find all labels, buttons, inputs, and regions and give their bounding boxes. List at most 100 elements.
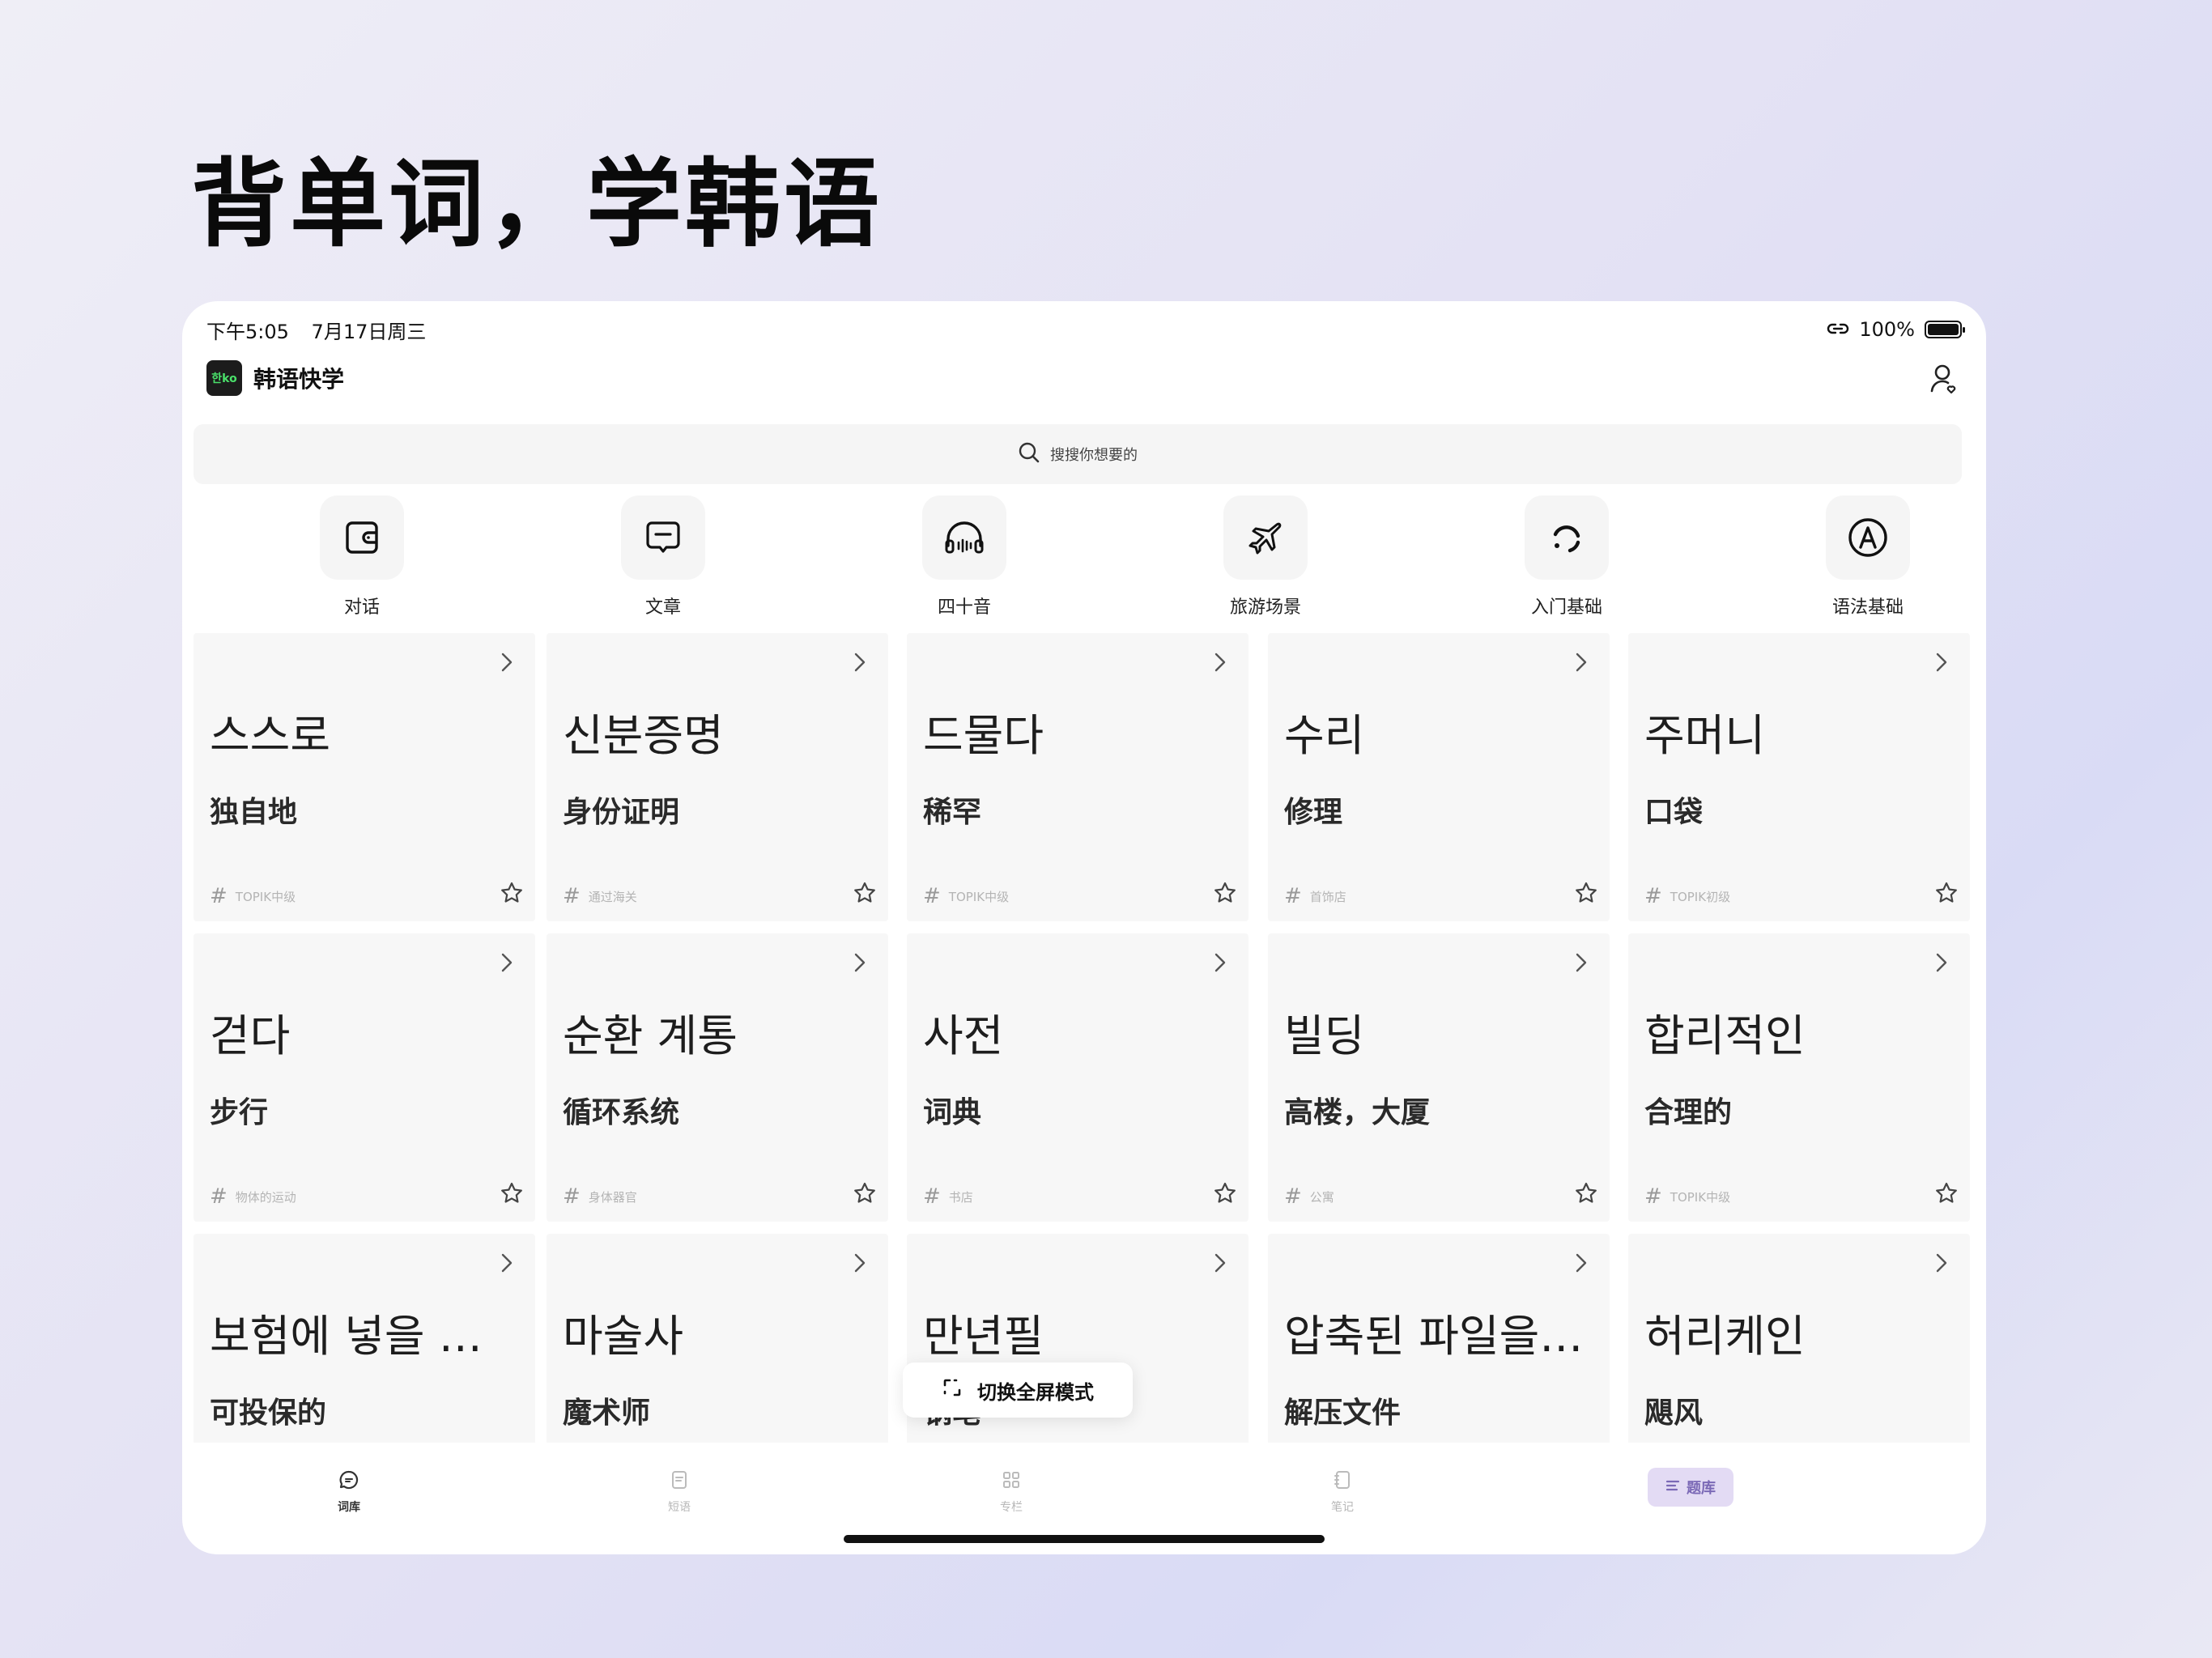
headline: 背单词，学韩语	[191, 148, 883, 260]
tag-label: 通过海关	[588, 889, 637, 904]
category-travel[interactable]: 旅游场景	[1201, 495, 1330, 619]
chinese-meaning: 身份证明	[563, 796, 680, 829]
chevron-right-icon[interactable]	[853, 951, 867, 977]
chevron-right-icon[interactable]	[853, 1252, 867, 1278]
korean-word: 빌딩	[1284, 1010, 1365, 1061]
word-card[interactable]: 보험에 넣을 수 있는 可投保的	[194, 1234, 535, 1443]
battery-percent: 100%	[1859, 318, 1915, 341]
chevron-right-icon[interactable]	[1934, 1252, 1949, 1278]
chevron-right-icon[interactable]	[500, 651, 514, 677]
tab-pill-label: 题库	[1687, 1480, 1716, 1497]
chinese-meaning: 可投保的	[210, 1397, 327, 1430]
tag-label: TOPIK初级	[1670, 889, 1731, 904]
chinese-meaning: 口袋	[1644, 796, 1704, 829]
notebook-icon	[1332, 1469, 1353, 1494]
chevron-right-icon[interactable]	[500, 951, 514, 977]
toast-label: 切换全屏模式	[977, 1380, 1094, 1404]
chinese-meaning: 高楼，大厦	[1284, 1096, 1431, 1129]
tab-label: 专栏	[1000, 1501, 1023, 1514]
tag-label: 首饰店	[1309, 889, 1346, 904]
word-card[interactable]: 허리케인 飓风	[1628, 1234, 1970, 1443]
word-card[interactable]: 스스로 独自地 # TOPIK中级	[194, 633, 535, 921]
word-card[interactable]: 순환 계통 循环系统 # 身体器官	[547, 933, 888, 1222]
hash-icon: #	[563, 1184, 581, 1209]
chevron-right-icon[interactable]	[500, 1252, 514, 1278]
chinese-meaning: 魔术师	[563, 1397, 651, 1430]
star-icon[interactable]	[500, 881, 524, 908]
tab-phrases[interactable]: 短语	[623, 1469, 736, 1515]
tag-label: 书店	[948, 1189, 973, 1205]
chinese-meaning: 稀罕	[923, 796, 982, 829]
chevron-right-icon[interactable]	[1934, 951, 1949, 977]
chevron-right-icon[interactable]	[1574, 951, 1589, 977]
word-card[interactable]: 걷다 步行 # 物体的运动	[194, 933, 535, 1222]
chevron-right-icon[interactable]	[1213, 951, 1227, 977]
category-label: 旅游场景	[1229, 597, 1301, 618]
category-beginner[interactable]: 入门基础	[1502, 495, 1631, 619]
chevron-right-icon[interactable]	[1574, 1252, 1589, 1278]
korean-word: 허리케인	[1644, 1311, 1806, 1362]
category-article[interactable]: 文章	[598, 495, 728, 619]
grid-icon	[1001, 1469, 1022, 1494]
word-card[interactable]: 사전 词典 # 书店	[907, 933, 1249, 1222]
category-forty-sounds[interactable]: 四十音	[900, 495, 1029, 619]
category-label: 文章	[644, 597, 681, 618]
word-tag: # 书店	[923, 1184, 973, 1209]
chevron-right-icon[interactable]	[1574, 651, 1589, 677]
tab-vocabulary[interactable]: 词库	[292, 1469, 406, 1515]
star-icon[interactable]	[1934, 881, 1959, 908]
tag-label: TOPIK中级	[1670, 1189, 1731, 1205]
status-bar: 下午5:05 7月17日周三 100%	[206, 309, 1965, 350]
search-placeholder: 搜搜你想要的	[1050, 447, 1138, 464]
home-indicator[interactable]	[844, 1535, 1325, 1543]
word-tag: # TOPIK中级	[210, 884, 296, 908]
star-icon[interactable]	[1934, 1181, 1959, 1209]
word-card[interactable]: 주머니 口袋 # TOPIK初级	[1628, 633, 1970, 921]
user-profile-icon[interactable]	[1926, 360, 1962, 396]
star-icon[interactable]	[1574, 881, 1598, 908]
tab-label: 笔记	[1331, 1501, 1354, 1514]
korean-word: 수리	[1284, 710, 1365, 761]
word-card[interactable]: 합리적인 合理的 # TOPIK中级	[1628, 933, 1970, 1222]
chevron-right-icon[interactable]	[853, 651, 867, 677]
word-card[interactable]: 수리 修理 # 首饰店	[1268, 633, 1610, 921]
chevron-right-icon[interactable]	[1934, 651, 1949, 677]
tab-column[interactable]: 专栏	[955, 1469, 1068, 1515]
status-time: 下午5:05	[206, 320, 289, 343]
star-icon[interactable]	[853, 881, 877, 908]
app-title: 韩语快学	[253, 366, 345, 393]
fullscreen-icon	[942, 1377, 963, 1403]
app-logo: 한ko	[206, 360, 242, 396]
chinese-meaning: 步行	[210, 1096, 269, 1129]
fullscreen-toast[interactable]: 切换全屏模式	[903, 1363, 1133, 1418]
korean-word: 드물다	[923, 710, 1044, 761]
search-bar[interactable]: 搜搜你想要的	[194, 424, 1962, 484]
category-dialogue[interactable]: 对话	[297, 495, 427, 619]
star-icon[interactable]	[1213, 881, 1237, 908]
star-icon[interactable]	[853, 1181, 877, 1209]
word-tag: # 身体器官	[563, 1184, 637, 1209]
word-tag: # TOPIK中级	[923, 884, 1009, 908]
tab-label: 词库	[338, 1501, 360, 1514]
star-icon[interactable]	[1574, 1181, 1598, 1209]
tab-question-bank[interactable]: 题库	[1648, 1468, 1733, 1507]
chat-bubble-icon	[338, 1469, 359, 1494]
word-tag: # 物体的运动	[210, 1184, 296, 1209]
tab-label: 短语	[668, 1501, 691, 1514]
star-icon[interactable]	[500, 1181, 524, 1209]
korean-word: 압축된 파일을 풀다	[1284, 1311, 1593, 1362]
tab-notes[interactable]: 笔记	[1286, 1469, 1399, 1515]
category-grammar[interactable]: 语法基础	[1803, 495, 1933, 619]
bottom-tab-bar: 词库 短语 专栏 笔记 题库	[182, 1463, 1986, 1520]
chinese-meaning: 飓风	[1644, 1397, 1704, 1430]
word-card[interactable]: 마술사 魔术师	[547, 1234, 888, 1443]
category-row: 对话 文章 四十音 旅游场景 入门基础 语法基础	[194, 495, 1975, 619]
korean-word: 주머니	[1644, 710, 1766, 761]
chevron-right-icon[interactable]	[1213, 1252, 1227, 1278]
star-icon[interactable]	[1213, 1181, 1237, 1209]
word-card[interactable]: 신분증명 身份证明 # 通过海关	[547, 633, 888, 921]
chevron-right-icon[interactable]	[1213, 651, 1227, 677]
word-card[interactable]: 빌딩 高楼，大厦 # 公寓	[1268, 933, 1610, 1222]
word-card[interactable]: 드물다 稀罕 # TOPIK中级	[907, 633, 1249, 921]
word-card[interactable]: 압축된 파일을 풀다 解压文件	[1268, 1234, 1610, 1443]
